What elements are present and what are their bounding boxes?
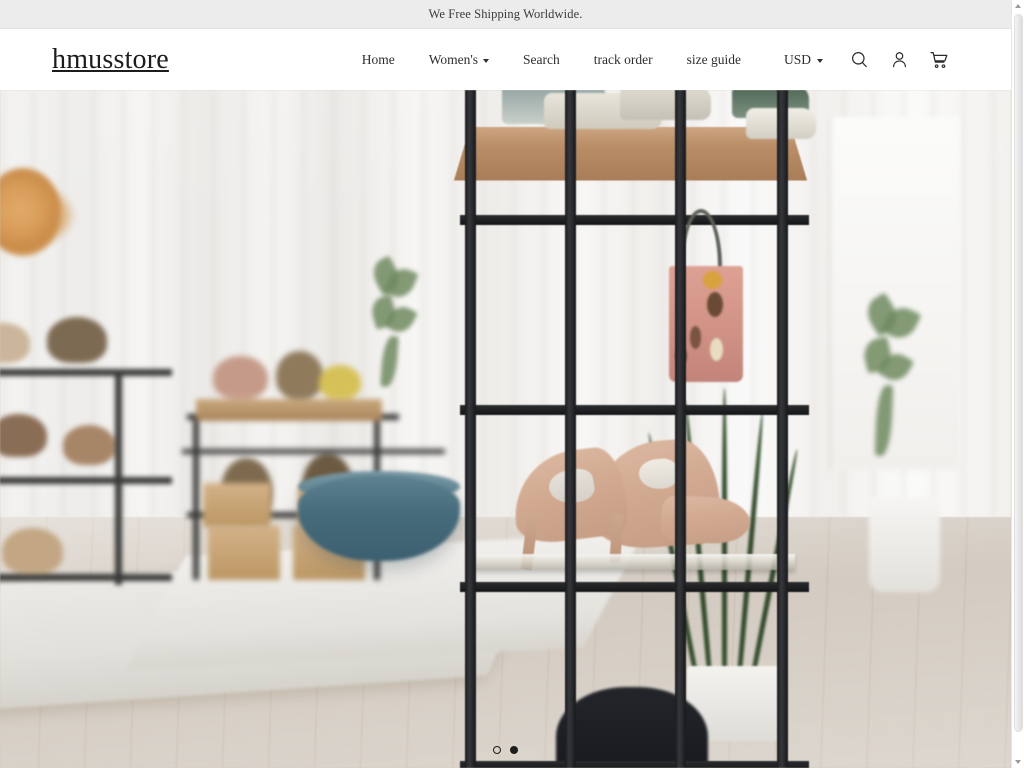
shoe-right-toe bbox=[659, 495, 752, 546]
nav-item-size-guide-label: size guide bbox=[686, 51, 741, 67]
page-root: We Free Shipping Worldwide. hmusstore Ho… bbox=[0, 0, 1024, 768]
nav-item-search-label: Search bbox=[523, 51, 560, 67]
scrollbar-thumb[interactable] bbox=[1014, 14, 1023, 732]
nav-item-womens[interactable]: Women's bbox=[412, 53, 506, 67]
nav-item-home[interactable]: Home bbox=[345, 53, 412, 67]
scroll-down-arrow[interactable] bbox=[1012, 756, 1024, 768]
display-rack bbox=[454, 90, 816, 768]
account-button[interactable] bbox=[879, 43, 919, 77]
main-navigation: Home Women's Search track order size gui… bbox=[345, 43, 959, 77]
folded-linen bbox=[620, 90, 712, 120]
site-header: hmusstore Home Women's Search track orde… bbox=[0, 29, 1011, 90]
potted-plant-right bbox=[859, 292, 922, 469]
rack-post bbox=[564, 90, 576, 768]
page-scrollbar[interactable] bbox=[1011, 0, 1024, 768]
nav-item-search[interactable]: Search bbox=[506, 53, 577, 67]
nav-item-track-order-label: track order bbox=[593, 51, 653, 67]
header-actions: USD bbox=[784, 43, 959, 77]
nav-item-track-order[interactable]: track order bbox=[577, 53, 670, 67]
announcement-bar: We Free Shipping Worldwide. bbox=[0, 0, 1011, 29]
cart-icon bbox=[930, 51, 948, 68]
rack-shelf-glass bbox=[466, 554, 795, 571]
high-heel-shoes bbox=[488, 432, 767, 572]
store-logo[interactable]: hmusstore bbox=[52, 45, 169, 74]
slideshow-dot-2[interactable] bbox=[510, 746, 518, 754]
nav-item-size-guide[interactable]: size guide bbox=[670, 53, 758, 67]
chevron-down-icon bbox=[483, 58, 490, 63]
rack-post bbox=[777, 90, 789, 768]
currency-selector-label: USD bbox=[783, 51, 811, 67]
chevron-down-icon bbox=[817, 58, 823, 63]
rack-post bbox=[674, 90, 686, 768]
search-button[interactable] bbox=[839, 43, 879, 77]
scroll-up-arrow[interactable] bbox=[1012, 0, 1024, 12]
announcement-text: We Free Shipping Worldwide. bbox=[428, 6, 583, 21]
potted-plant-left bbox=[367, 253, 420, 402]
slideshow-dot-1[interactable] bbox=[493, 746, 501, 754]
white-planter bbox=[869, 496, 941, 592]
account-icon bbox=[892, 52, 906, 68]
shelf-unit-left bbox=[0, 300, 172, 585]
rack-post bbox=[465, 90, 477, 768]
nav-item-home-label: Home bbox=[361, 51, 395, 67]
currency-selector[interactable]: USD bbox=[784, 52, 839, 68]
browser-viewport: We Free Shipping Worldwide. hmusstore Ho… bbox=[0, 0, 1011, 768]
slideshow-pagination bbox=[0, 746, 1011, 754]
nav-item-womens-label: Women's bbox=[428, 51, 479, 67]
search-icon bbox=[851, 52, 867, 68]
hero-image bbox=[0, 90, 1011, 768]
hero-slideshow[interactable] bbox=[0, 90, 1011, 768]
cart-button[interactable] bbox=[919, 43, 959, 77]
